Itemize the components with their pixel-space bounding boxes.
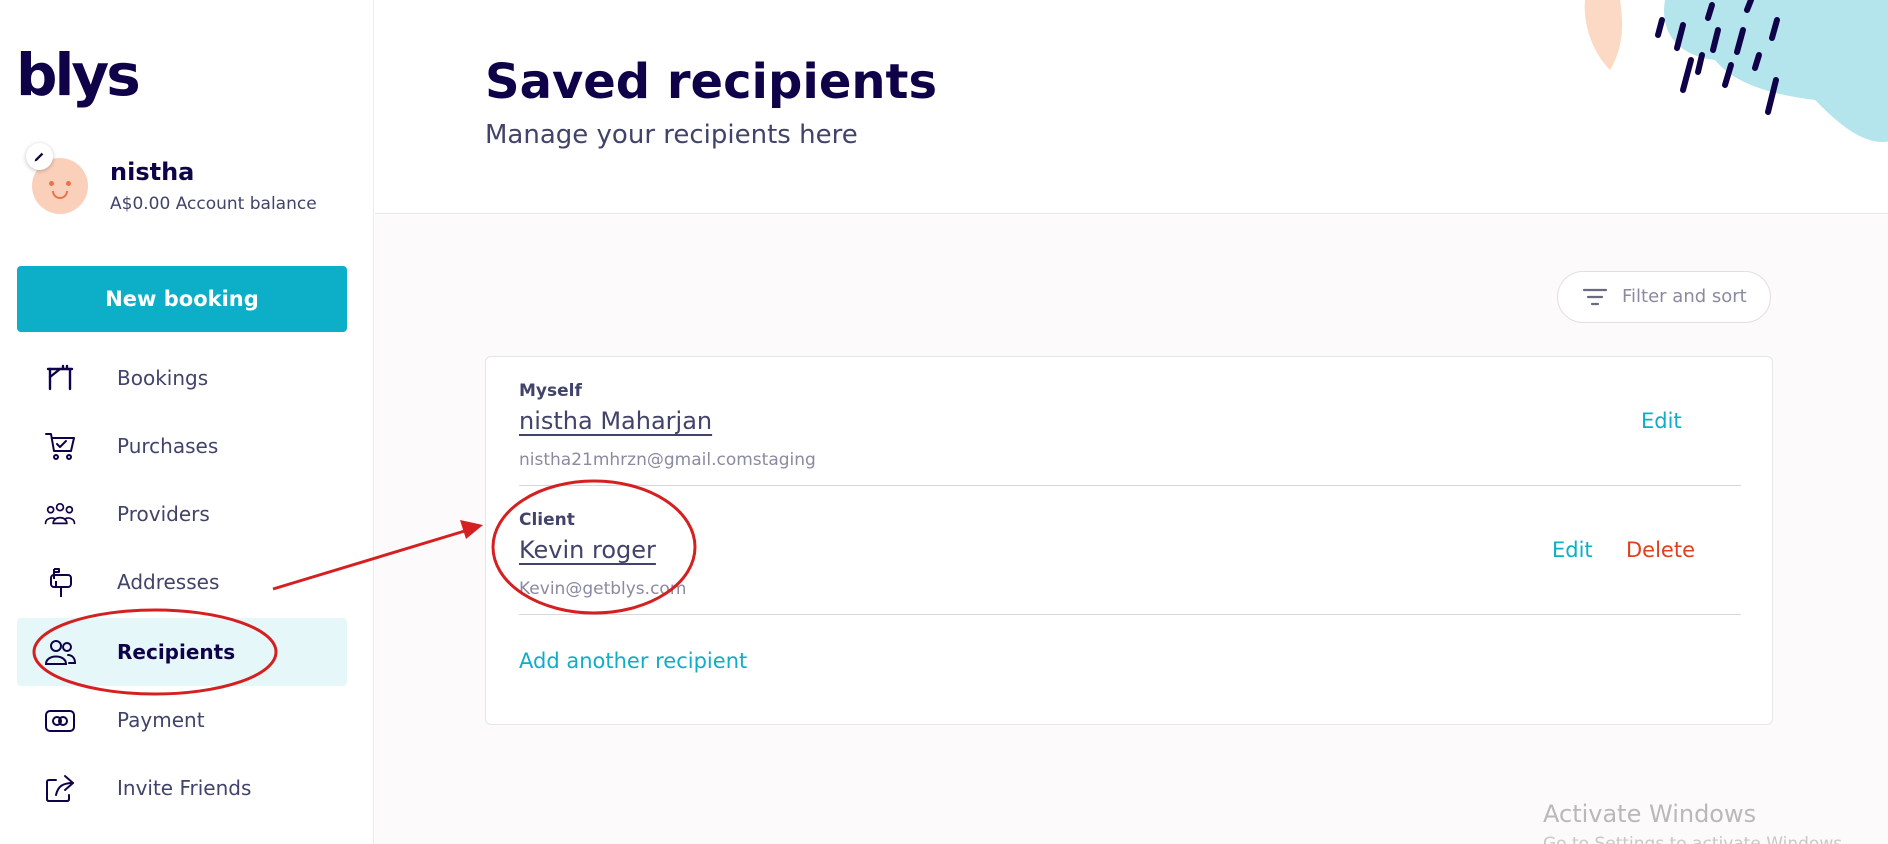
sidebar-item-invite-friends[interactable]: Invite Friends	[17, 754, 347, 822]
cart-icon	[45, 433, 75, 460]
recipient-email: Kevin@getblys.com	[519, 579, 687, 599]
recipients-icon	[44, 640, 77, 665]
recipient-type: Client	[519, 510, 575, 530]
recipients-content: Filter and sort Myself nistha Maharjan n…	[375, 215, 1888, 844]
edit-avatar-button[interactable]	[26, 143, 53, 170]
sidebar-item-purchases[interactable]: Purchases	[17, 412, 347, 480]
recipient-row: Client Kevin roger Kevin@getblys.com Edi…	[519, 510, 1741, 610]
sidebar-item-label: Addresses	[117, 570, 220, 594]
blys-logo[interactable]: blys	[16, 46, 141, 104]
sidebar-item-recipients[interactable]: Recipients	[17, 618, 347, 686]
sidebar-item-payment[interactable]: Payment	[17, 686, 347, 754]
providers-icon	[44, 502, 76, 525]
sidebar: blys nistha A$0.00 Account balance New b…	[0, 0, 374, 844]
page-title: Saved recipients	[485, 54, 938, 110]
new-booking-button[interactable]: New booking	[17, 266, 347, 332]
pencil-icon	[34, 152, 44, 162]
edit-recipient-link[interactable]: Edit	[1552, 538, 1593, 562]
sidebar-item-bookings[interactable]: Bookings	[17, 344, 347, 412]
recipient-name-link[interactable]: Kevin roger	[519, 536, 656, 564]
sidebar-item-label: Payment	[117, 708, 205, 732]
sidebar-item-label: Recipients	[117, 640, 236, 664]
sidebar-item-providers[interactable]: Providers	[17, 480, 347, 548]
recipient-name-link[interactable]: nistha Maharjan	[519, 407, 712, 435]
user-name: nistha	[110, 158, 195, 186]
activate-windows-watermark: Activate Windows	[1543, 800, 1757, 828]
delete-recipient-link[interactable]: Delete	[1626, 538, 1695, 562]
sidebar-item-label: Purchases	[117, 434, 219, 458]
page-header: Saved recipients Manage your recipients …	[375, 0, 1888, 214]
filter-icon	[1582, 288, 1608, 306]
filter-and-sort-label: Filter and sort	[1622, 286, 1747, 307]
divider	[519, 485, 1741, 486]
recipient-row: Myself nistha Maharjan nistha21mhrzn@gma…	[519, 381, 1741, 481]
decorative-illustration	[1584, 0, 1888, 142]
activate-windows-subtitle: Go to Settings to activate Windows.	[1543, 834, 1848, 844]
share-icon	[46, 775, 74, 802]
divider	[519, 614, 1741, 615]
page-subtitle: Manage your recipients here	[485, 120, 858, 150]
payment-icon	[45, 710, 75, 732]
filter-and-sort-button[interactable]: Filter and sort	[1557, 271, 1771, 323]
mailbox-icon	[50, 568, 72, 597]
recipient-type: Myself	[519, 381, 582, 401]
bookings-icon	[46, 364, 74, 391]
sidebar-item-label: Invite Friends	[117, 776, 252, 800]
edit-recipient-link[interactable]: Edit	[1641, 409, 1682, 433]
sidebar-item-addresses[interactable]: Addresses	[17, 548, 347, 616]
sidebar-item-label: Providers	[117, 502, 210, 526]
add-another-recipient-link[interactable]: Add another recipient	[519, 649, 747, 673]
recipient-email: nistha21mhrzn@gmail.comstaging	[519, 450, 816, 470]
sidebar-item-label: Bookings	[117, 366, 209, 390]
recipients-card: Myself nistha Maharjan nistha21mhrzn@gma…	[485, 356, 1773, 725]
account-balance: A$0.00 Account balance	[110, 194, 317, 214]
